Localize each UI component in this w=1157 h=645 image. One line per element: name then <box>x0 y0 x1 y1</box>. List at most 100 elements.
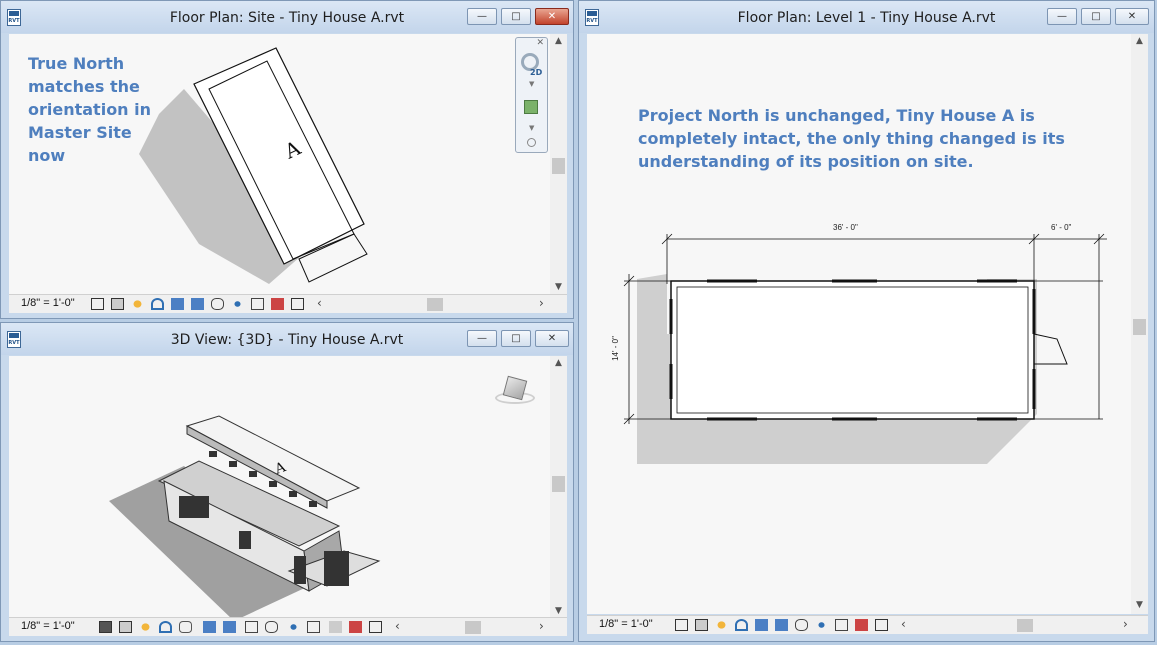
scroll-down-arrow[interactable]: ▼ <box>1131 600 1148 610</box>
navigation-bar[interactable]: ✕ 2D ▼ ▼ <box>515 37 548 153</box>
detail-level-icon[interactable] <box>675 619 688 631</box>
crop-view-icon[interactable] <box>203 621 216 633</box>
scroll-left-arrow[interactable]: ‹ <box>395 619 400 633</box>
porch-glazing <box>324 551 349 586</box>
site-canvas[interactable]: A True North matches the orientation in … <box>9 34 550 296</box>
scroll-left-arrow[interactable]: ‹ <box>901 617 906 631</box>
scroll-right-arrow[interactable]: › <box>539 296 544 310</box>
highlight-displacement-icon[interactable] <box>875 619 888 631</box>
maximize-button[interactable]: □ <box>501 8 531 25</box>
highlight-displacement-icon[interactable] <box>329 621 342 633</box>
scroll-thumb[interactable] <box>1133 319 1146 335</box>
shadows-icon[interactable] <box>159 621 172 633</box>
reveal-hidden-icon[interactable] <box>835 619 848 631</box>
sun-path-icon[interactable] <box>131 298 144 310</box>
close-button[interactable]: ✕ <box>535 330 569 347</box>
worksets-icon[interactable] <box>369 621 382 633</box>
minimize-button[interactable]: — <box>467 330 497 347</box>
annotation-line: True North <box>28 54 125 73</box>
crop-view-icon[interactable] <box>755 619 768 631</box>
shadows-icon[interactable] <box>151 298 164 310</box>
maximize-button[interactable]: □ <box>1081 8 1111 25</box>
navbar-2d-label: 2D <box>530 68 543 77</box>
shadows-icon[interactable] <box>735 619 748 631</box>
zoom-region-icon[interactable] <box>524 100 538 114</box>
scroll-up-arrow[interactable]: ▲ <box>550 36 567 46</box>
minimize-icon: — <box>1057 11 1067 22</box>
minimize-icon: — <box>477 11 487 22</box>
scale-selector[interactable]: 1/8" = 1'-0" <box>21 620 75 632</box>
crop-view-icon[interactable] <box>171 298 184 310</box>
maximize-button[interactable]: □ <box>501 330 531 347</box>
detail-level-icon[interactable] <box>91 298 104 310</box>
scale-selector[interactable]: 1/8" = 1'-0" <box>599 618 653 630</box>
minimize-button[interactable]: — <box>467 8 497 25</box>
visual-style-icon[interactable] <box>111 298 124 310</box>
maximize-icon: □ <box>511 11 521 22</box>
horizontal-scroll-thumb[interactable] <box>427 298 443 311</box>
show-crop-icon[interactable] <box>775 619 788 631</box>
dimension-porch: 6' - 0" <box>1051 223 1072 232</box>
level1-view-window[interactable]: RVT Floor Plan: Level 1 - Tiny House A.r… <box>578 0 1155 642</box>
close-icon: ✕ <box>547 11 557 22</box>
visual-style-icon[interactable] <box>695 619 708 631</box>
scroll-down-arrow[interactable]: ▼ <box>550 606 567 616</box>
analysis-display-icon[interactable] <box>271 298 284 310</box>
vertical-scrollbar[interactable]: ▲ ▼ <box>1131 34 1148 614</box>
scale-selector[interactable]: 1/8" = 1'-0" <box>21 297 75 309</box>
unlock-3d-icon[interactable] <box>211 298 224 310</box>
reveal-hidden-icon[interactable] <box>287 621 300 633</box>
temporary-hide-icon[interactable] <box>265 621 278 633</box>
level1-canvas[interactable]: Project North is unchanged, Tiny House A… <box>587 34 1131 614</box>
minimize-button[interactable]: — <box>1047 8 1077 25</box>
scroll-left-arrow[interactable]: ‹ <box>317 296 322 310</box>
annotation-line: now <box>28 146 66 165</box>
temporary-hide-icon[interactable] <box>815 619 828 631</box>
lock-3d-icon[interactable] <box>245 621 258 633</box>
window-left <box>179 496 209 518</box>
scroll-thumb[interactable] <box>552 158 565 174</box>
horizontal-scroll-thumb[interactable] <box>465 621 481 634</box>
analysis-display-icon[interactable] <box>307 621 320 633</box>
constraints-icon[interactable] <box>349 621 362 633</box>
vertical-scrollbar[interactable]: ▲ ▼ <box>550 356 567 621</box>
scroll-down-arrow[interactable]: ▼ <box>550 282 567 292</box>
scroll-up-arrow[interactable]: ▲ <box>550 358 567 368</box>
scroll-up-arrow[interactable]: ▲ <box>1131 36 1148 46</box>
navbar-options-icon[interactable] <box>527 138 536 147</box>
render-icon[interactable] <box>179 621 192 633</box>
detail-level-icon[interactable] <box>99 621 112 633</box>
dimension-width: 14' - 0" <box>610 336 620 361</box>
horizontal-scroll-thumb[interactable] <box>1017 619 1033 632</box>
scroll-right-arrow[interactable]: › <box>1123 617 1128 631</box>
sun-path-icon[interactable] <box>139 621 152 633</box>
3d-canvas[interactable]: A <box>9 356 550 621</box>
unlock-3d-icon[interactable] <box>795 619 808 631</box>
vertical-scrollbar[interactable]: ▲ ▼ <box>550 34 567 296</box>
visual-style-icon[interactable] <box>119 621 132 633</box>
highlight-displacement-icon[interactable] <box>291 298 304 310</box>
show-crop-icon[interactable] <box>223 621 236 633</box>
show-crop-icon[interactable] <box>191 298 204 310</box>
dropdown-arrow-icon[interactable]: ▼ <box>529 80 534 88</box>
scroll-thumb[interactable] <box>552 476 565 492</box>
site-titlebar[interactable]: RVT Floor Plan: Site - Tiny House A.rvt … <box>1 1 573 33</box>
level1-titlebar[interactable]: RVT Floor Plan: Level 1 - Tiny House A.r… <box>579 1 1154 33</box>
close-button[interactable]: ✕ <box>1115 8 1149 25</box>
annotation-line: Master Site <box>28 123 132 142</box>
dropdown-arrow-icon[interactable]: ▼ <box>529 124 534 132</box>
navbar-close-icon[interactable]: ✕ <box>536 38 544 48</box>
minimize-icon: — <box>477 333 487 344</box>
view-control-bar: 1/8" = 1'-0" ‹ › <box>9 294 567 313</box>
analysis-display-icon[interactable] <box>855 619 868 631</box>
3d-view-window[interactable]: RVT 3D View: {3D} - Tiny House A.rvt — □… <box>0 322 574 642</box>
3d-titlebar[interactable]: RVT 3D View: {3D} - Tiny House A.rvt — □… <box>1 323 573 355</box>
view-cube[interactable] <box>495 372 535 412</box>
maximize-icon: □ <box>511 333 521 344</box>
scroll-right-arrow[interactable]: › <box>539 619 544 633</box>
close-button[interactable]: ✕ <box>535 8 569 25</box>
sun-path-icon[interactable] <box>715 619 728 631</box>
temporary-hide-icon[interactable] <box>231 298 244 310</box>
site-view-window[interactable]: RVT Floor Plan: Site - Tiny House A.rvt … <box>0 0 574 319</box>
reveal-hidden-icon[interactable] <box>251 298 264 310</box>
